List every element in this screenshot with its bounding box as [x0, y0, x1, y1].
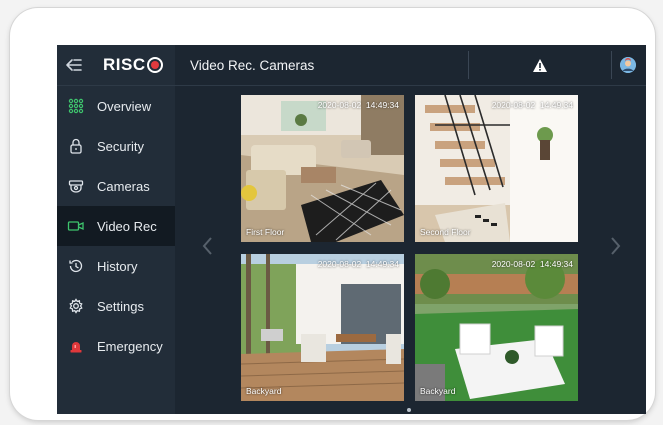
collapse-menu-icon[interactable]	[65, 56, 83, 74]
chevron-right-icon[interactable]	[608, 236, 622, 256]
brand-logo: RISC	[103, 55, 163, 75]
user-avatar-icon[interactable]	[620, 57, 636, 73]
video-icon	[67, 217, 85, 235]
camera-tile-backyard-2[interactable]: 2020-08-02 14:49:34 Backyard	[415, 254, 578, 401]
history-icon	[67, 257, 85, 275]
camera-timestamp: 2020-08-02 14:49:34	[317, 259, 399, 269]
sidebar-item-label: History	[97, 258, 138, 274]
sidebar-item-security[interactable]: Security	[57, 126, 175, 166]
top-bar: Video Rec. Cameras	[175, 45, 646, 86]
brand-logo-mark	[146, 57, 163, 73]
sidebar-item-overview[interactable]: Overview	[57, 86, 175, 126]
camera-label: Backyard	[246, 386, 282, 396]
camera-timestamp: 2020-08-02 14:49:34	[491, 100, 573, 110]
brand-name: RISC	[103, 55, 146, 74]
camera-timestamp: 2020-08-02 14:49:34	[317, 100, 399, 110]
account-area	[612, 57, 646, 73]
warning-icon[interactable]	[532, 58, 548, 73]
camera-feed-image	[241, 95, 404, 242]
gear-icon	[67, 297, 85, 315]
camera-label: Backyard	[420, 386, 456, 396]
sidebar-item-video-rec[interactable]: Video Rec	[57, 206, 175, 246]
camera-grid-area: 2020-08-02 14:49:34 First Floor 2020-08-…	[175, 86, 646, 414]
camera-feed-image	[241, 254, 404, 401]
grid-dots-icon	[67, 97, 85, 115]
camera-tile-first-floor[interactable]: 2020-08-02 14:49:34 First Floor	[241, 95, 404, 242]
alert-area	[469, 58, 611, 73]
siren-icon	[67, 337, 85, 355]
camera-label: Second Floor	[420, 227, 471, 237]
sidebar-item-cameras[interactable]: Cameras	[57, 166, 175, 206]
sidebar: RISC Overview Security Cameras Video Rec…	[57, 45, 175, 414]
sidebar-item-label: Video Rec	[97, 218, 157, 234]
sidebar-item-label: Security	[97, 138, 144, 154]
sidebar-item-label: Cameras	[97, 178, 150, 194]
lock-icon	[67, 137, 85, 155]
sidebar-item-history[interactable]: History	[57, 246, 175, 286]
camera-feed-image	[415, 95, 578, 242]
chevron-left-icon[interactable]	[201, 236, 215, 256]
sidebar-item-label: Overview	[97, 98, 152, 114]
sidebar-item-label: Settings	[97, 298, 144, 314]
camera-tile-backyard-1[interactable]: 2020-08-02 14:49:34 Backyard	[241, 254, 404, 401]
camera-tile-second-floor[interactable]: 2020-08-02 14:49:34 Second Floor	[415, 95, 578, 242]
sidebar-item-emergency[interactable]: Emergency	[57, 326, 175, 366]
camera-feed-image	[415, 254, 578, 401]
camera-timestamp: 2020-08-02 14:49:34	[491, 259, 573, 269]
page-title: Video Rec. Cameras	[190, 57, 315, 73]
page-indicator-dot[interactable]	[407, 408, 411, 412]
camera-label: First Floor	[246, 227, 285, 237]
app-screen: RISC Overview Security Cameras Video Rec…	[57, 45, 646, 414]
tablet-frame: RISC Overview Security Cameras Video Rec…	[10, 8, 655, 420]
camera-icon	[67, 177, 85, 195]
sidebar-item-label: Emergency	[97, 338, 163, 354]
sidebar-header: RISC	[57, 45, 175, 86]
sidebar-item-settings[interactable]: Settings	[57, 286, 175, 326]
